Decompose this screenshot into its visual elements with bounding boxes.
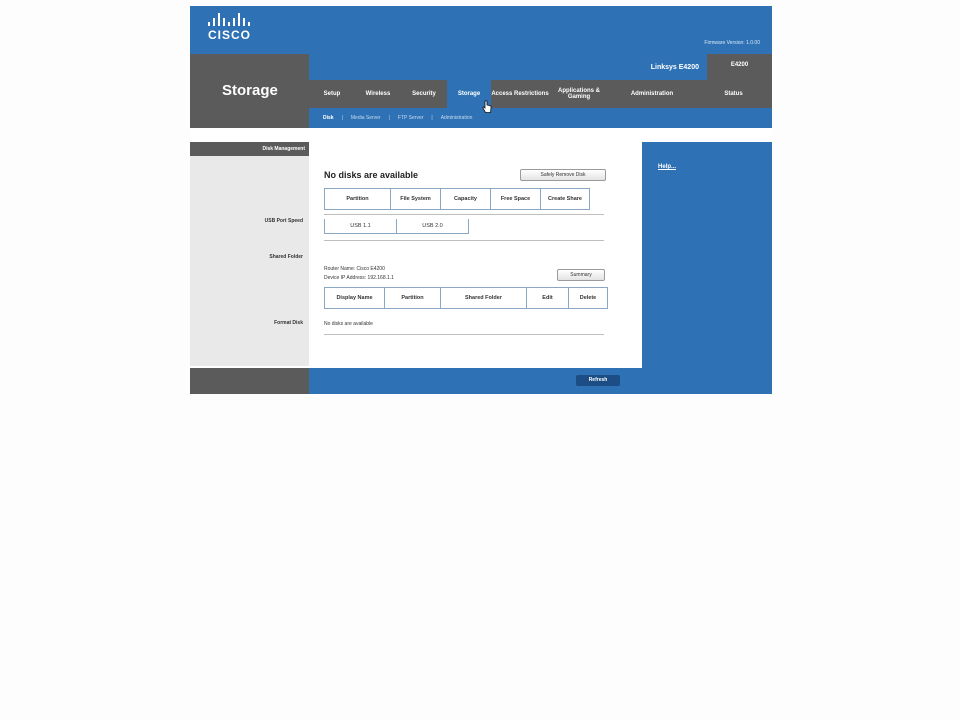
- main-tabs: Setup Wireless Security Storage Access R…: [309, 80, 772, 108]
- refresh-button[interactable]: Refresh: [576, 375, 620, 386]
- model-number: E4200: [707, 54, 772, 80]
- no-disks-message: No disks are available: [324, 170, 419, 180]
- subnav-separator: |: [388, 115, 390, 121]
- divider: [324, 214, 604, 215]
- firmware-version: Firmware Version: 1.0.00: [704, 40, 760, 46]
- cisco-bars-icon: [208, 13, 251, 26]
- divider: [324, 240, 604, 241]
- model-bar: Linksys E4200: [309, 54, 707, 80]
- shared-folder-label: Shared Folder: [269, 254, 303, 260]
- help-panel: Help...: [642, 142, 772, 394]
- usb-1-1-option[interactable]: USB 1.1: [324, 219, 396, 233]
- footer-bar: Refresh: [309, 368, 642, 394]
- header-bar: CISCO Firmware Version: 1.0.00: [190, 6, 772, 54]
- column-header: File System: [390, 189, 440, 209]
- column-header: Display Name: [324, 288, 384, 308]
- router-admin-frame: CISCO Firmware Version: 1.0.00 Storage L…: [190, 6, 772, 394]
- tab-wireless[interactable]: Wireless: [355, 80, 401, 108]
- column-header: Free Space: [490, 189, 540, 209]
- column-header: Delete: [568, 288, 608, 308]
- usb-speed-table: USB 1.1 USB 2.0: [324, 219, 469, 234]
- column-header: Edit: [526, 288, 568, 308]
- safely-remove-disk-button[interactable]: Safely Remove Disk: [520, 169, 606, 181]
- format-disk-status: No disks are available: [324, 321, 373, 327]
- page-title: Storage: [222, 82, 278, 99]
- hand-cursor-icon: [482, 100, 492, 113]
- subnav-disk[interactable]: Disk: [323, 115, 334, 121]
- disk-table-header: Partition File System Capacity Free Spac…: [324, 188, 590, 210]
- main-content: No disks are available Safely Remove Dis…: [309, 128, 638, 368]
- tab-setup[interactable]: Setup: [309, 80, 355, 108]
- column-header: Partition: [324, 189, 390, 209]
- ip-address-text: Device IP Address: 192.168.1.1: [324, 275, 394, 281]
- column-header: Shared Folder: [440, 288, 526, 308]
- subnav-separator: |: [341, 115, 343, 121]
- model-name: Linksys E4200: [650, 64, 699, 71]
- logo-text: CISCO: [208, 28, 252, 42]
- tab-security[interactable]: Security: [401, 80, 447, 108]
- footer-left: [190, 368, 309, 394]
- subnav-separator: |: [431, 115, 433, 121]
- format-disk-label: Format Disk: [274, 320, 303, 326]
- router-name-text: Router Name: Cisco E4200: [324, 266, 385, 272]
- usb-port-speed-label: USB Port Speed: [264, 218, 303, 224]
- sub-navigation: Disk | Media Server | FTP Server | Admin…: [309, 108, 772, 128]
- sidebar: Disk Management USB Port Speed Shared Fo…: [190, 142, 309, 366]
- subnav-ftp-server[interactable]: FTP Server: [398, 115, 423, 121]
- column-header: Partition: [384, 288, 440, 308]
- column-header: Create Share: [540, 189, 590, 209]
- sidebar-heading: Disk Management: [190, 142, 309, 156]
- cisco-logo: CISCO: [208, 13, 251, 42]
- subnav-administration[interactable]: Administration: [441, 115, 473, 121]
- help-link[interactable]: Help...: [658, 164, 676, 170]
- summary-button[interactable]: Summary: [557, 269, 605, 281]
- column-header: Capacity: [440, 189, 490, 209]
- tab-status[interactable]: Status: [695, 80, 772, 108]
- title-panel: Storage: [190, 54, 309, 128]
- divider: [324, 334, 604, 335]
- usb-2-0-option[interactable]: USB 2.0: [396, 219, 469, 233]
- tab-access-restrictions[interactable]: Access Restrictions: [491, 80, 549, 108]
- subnav-media-server[interactable]: Media Server: [351, 115, 381, 121]
- tab-administration[interactable]: Administration: [609, 80, 695, 108]
- tab-applications-gaming[interactable]: Applications & Gaming: [549, 80, 609, 108]
- share-table-header: Display Name Partition Shared Folder Edi…: [324, 287, 608, 309]
